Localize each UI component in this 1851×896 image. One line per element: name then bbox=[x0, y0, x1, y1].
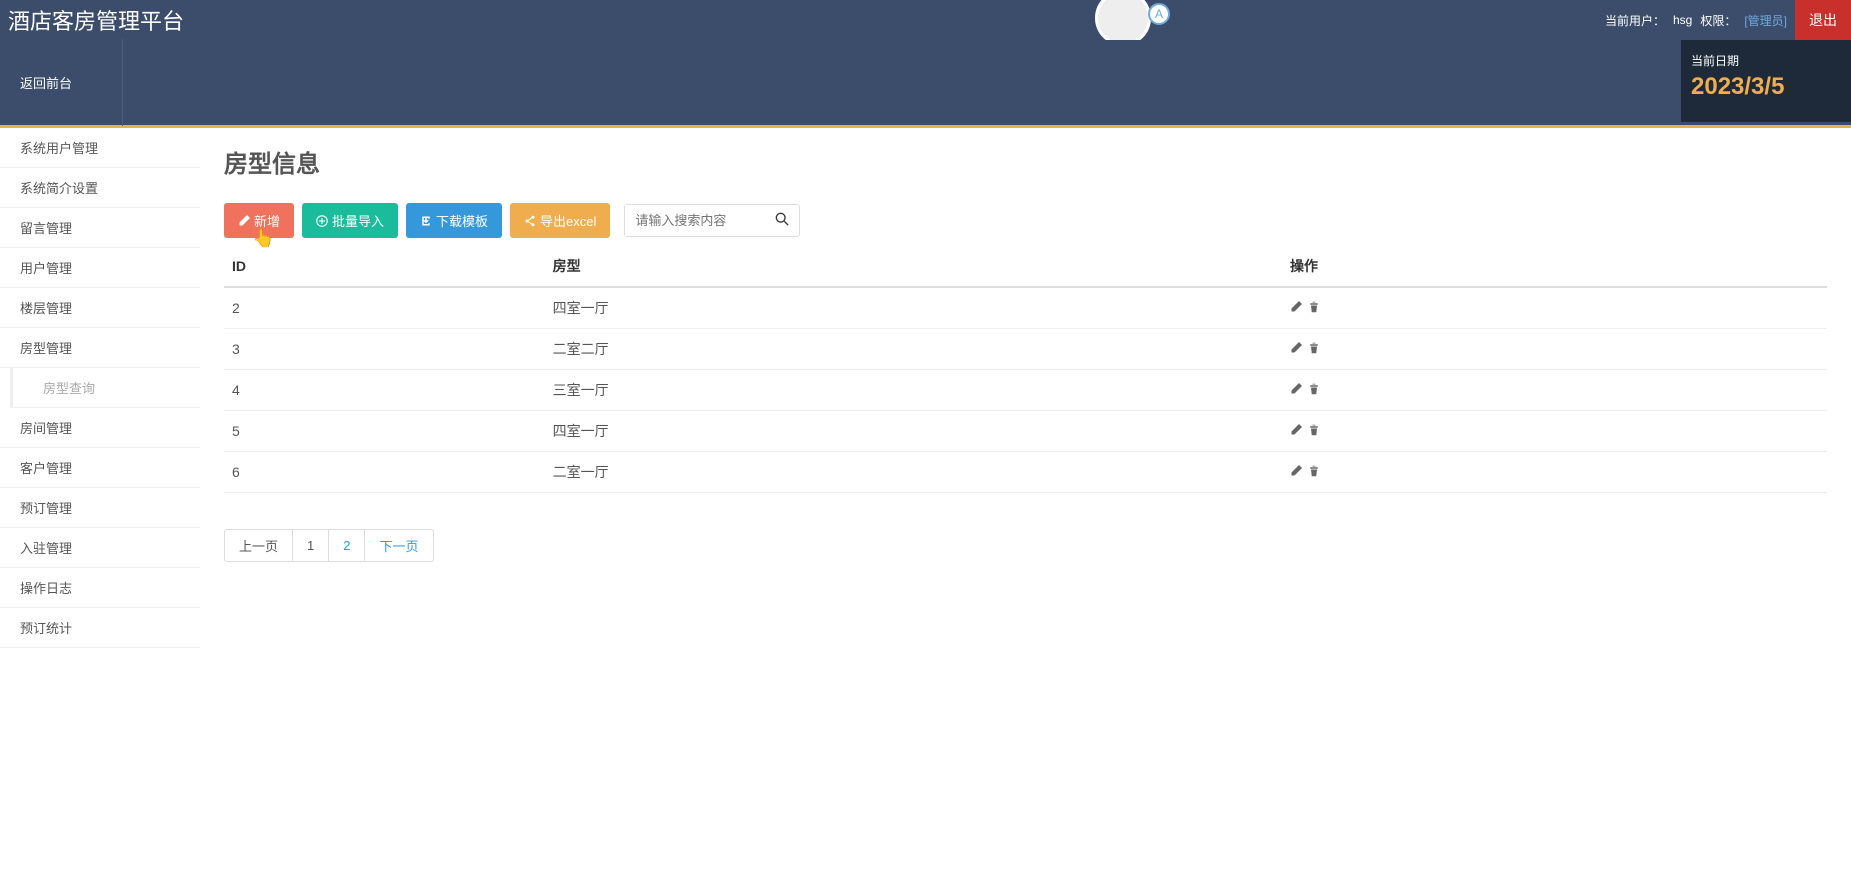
col-id: ID bbox=[224, 246, 545, 287]
edit-icon[interactable] bbox=[1290, 342, 1302, 357]
page-1[interactable]: 1 bbox=[292, 529, 329, 562]
sidebar-item-user[interactable]: 用户管理 bbox=[0, 248, 200, 288]
search-input[interactable] bbox=[625, 205, 765, 236]
date-label: 当前日期 bbox=[1691, 52, 1841, 69]
sidebar-item-customer[interactable]: 客户管理 bbox=[0, 448, 200, 488]
sidebar-item-system-intro[interactable]: 系统简介设置 bbox=[0, 168, 200, 208]
import-button-label: 批量导入 bbox=[332, 211, 384, 230]
sidebar-item-roomtype-query[interactable]: 房型查询 bbox=[10, 368, 200, 408]
delete-icon[interactable] bbox=[1308, 465, 1320, 480]
back-front-link[interactable]: 返回前台 bbox=[20, 39, 123, 126]
cell-type: 三室一厅 bbox=[545, 370, 1282, 411]
sidebar-item-roomtype[interactable]: 房型管理 bbox=[0, 328, 200, 368]
page-prev[interactable]: 上一页 bbox=[224, 529, 293, 562]
table-row: 6二室一厅 bbox=[224, 452, 1827, 493]
pencil-icon bbox=[238, 215, 250, 227]
sidebar-item-reserve-stat[interactable]: 预订统计 bbox=[0, 608, 200, 648]
download-button-label: 下载模板 bbox=[436, 211, 488, 230]
col-action: 操作 bbox=[1282, 246, 1827, 287]
table-row: 3二室二厅 bbox=[224, 329, 1827, 370]
role-value[interactable]: [管理员] bbox=[1744, 12, 1787, 29]
cell-id: 3 bbox=[224, 329, 545, 370]
cell-type: 二室一厅 bbox=[545, 452, 1282, 493]
cell-id: 4 bbox=[224, 370, 545, 411]
page-title: 房型信息 bbox=[224, 144, 1827, 179]
cell-action bbox=[1282, 452, 1827, 493]
sidebar-item-reserve[interactable]: 预订管理 bbox=[0, 488, 200, 528]
sidebar-item-message[interactable]: 留言管理 bbox=[0, 208, 200, 248]
delete-icon[interactable] bbox=[1308, 424, 1320, 439]
plus-circle-icon bbox=[316, 215, 328, 227]
date-value: 2023/3/5 bbox=[1691, 73, 1841, 101]
sidebar-item-system-user[interactable]: 系统用户管理 bbox=[0, 128, 200, 168]
data-table: ID 房型 操作 2四室一厅3二室二厅4三室一厅5四室一厅6二室一厅 bbox=[224, 246, 1827, 493]
export-button[interactable]: 导出excel bbox=[510, 203, 610, 238]
col-type: 房型 bbox=[545, 246, 1282, 287]
sidebar: 系统用户管理 系统简介设置 留言管理 用户管理 楼层管理 房型管理 房型查询 房… bbox=[0, 128, 200, 648]
cell-type: 四室一厅 bbox=[545, 287, 1282, 329]
top-right-info: 当前用户： hsg 权限： [管理员] 退出 bbox=[1605, 0, 1851, 40]
search-button[interactable] bbox=[765, 206, 799, 235]
download-icon bbox=[420, 215, 432, 227]
date-box: 当前日期 2023/3/5 bbox=[1681, 40, 1851, 122]
app-title: 酒店客房管理平台 bbox=[8, 4, 184, 36]
sub-header: 返回前台 当前日期 2023/3/5 bbox=[0, 40, 1851, 128]
page-next[interactable]: 下一页 bbox=[364, 529, 433, 562]
export-button-label: 导出excel bbox=[540, 211, 596, 230]
cell-action bbox=[1282, 287, 1827, 329]
content-area: 房型信息 新增 批量导入 下载模板 导出excel bbox=[200, 128, 1851, 648]
table-row: 4三室一厅 bbox=[224, 370, 1827, 411]
sidebar-item-checkin[interactable]: 入驻管理 bbox=[0, 528, 200, 568]
cell-action bbox=[1282, 411, 1827, 452]
top-header: 酒店客房管理平台 A 当前用户： hsg 权限： [管理员] 退出 bbox=[0, 0, 1851, 40]
cell-action bbox=[1282, 370, 1827, 411]
table-row: 5四室一厅 bbox=[224, 411, 1827, 452]
delete-icon[interactable] bbox=[1308, 301, 1320, 316]
add-button[interactable]: 新增 bbox=[224, 203, 294, 238]
logout-button[interactable]: 退出 bbox=[1795, 0, 1851, 40]
import-button[interactable]: 批量导入 bbox=[302, 203, 398, 238]
sidebar-item-log[interactable]: 操作日志 bbox=[0, 568, 200, 608]
toolbar: 新增 批量导入 下载模板 导出excel bbox=[224, 203, 1827, 238]
sidebar-item-room[interactable]: 房间管理 bbox=[0, 408, 200, 448]
edit-icon[interactable] bbox=[1290, 424, 1302, 439]
cell-id: 5 bbox=[224, 411, 545, 452]
delete-icon[interactable] bbox=[1308, 342, 1320, 357]
pagination: 上一页 1 2 下一页 bbox=[224, 529, 1827, 562]
share-icon bbox=[524, 215, 536, 227]
cell-id: 6 bbox=[224, 452, 545, 493]
current-user-value: hsg bbox=[1673, 13, 1692, 27]
current-user-label: 当前用户： bbox=[1605, 12, 1665, 29]
download-button[interactable]: 下载模板 bbox=[406, 203, 502, 238]
delete-icon[interactable] bbox=[1308, 383, 1320, 398]
role-label: 权限： bbox=[1700, 12, 1736, 29]
edit-icon[interactable] bbox=[1290, 301, 1302, 316]
page-2[interactable]: 2 bbox=[328, 529, 365, 562]
avatar-badge: A bbox=[1148, 3, 1170, 25]
search-group bbox=[624, 204, 800, 237]
table-header-row: ID 房型 操作 bbox=[224, 246, 1827, 287]
cell-id: 2 bbox=[224, 287, 545, 329]
cell-action bbox=[1282, 329, 1827, 370]
table-row: 2四室一厅 bbox=[224, 287, 1827, 329]
edit-icon[interactable] bbox=[1290, 465, 1302, 480]
cell-type: 二室二厅 bbox=[545, 329, 1282, 370]
edit-icon[interactable] bbox=[1290, 383, 1302, 398]
sidebar-item-floor[interactable]: 楼层管理 bbox=[0, 288, 200, 328]
cell-type: 四室一厅 bbox=[545, 411, 1282, 452]
search-icon bbox=[775, 212, 789, 226]
add-button-label: 新增 bbox=[254, 211, 280, 230]
